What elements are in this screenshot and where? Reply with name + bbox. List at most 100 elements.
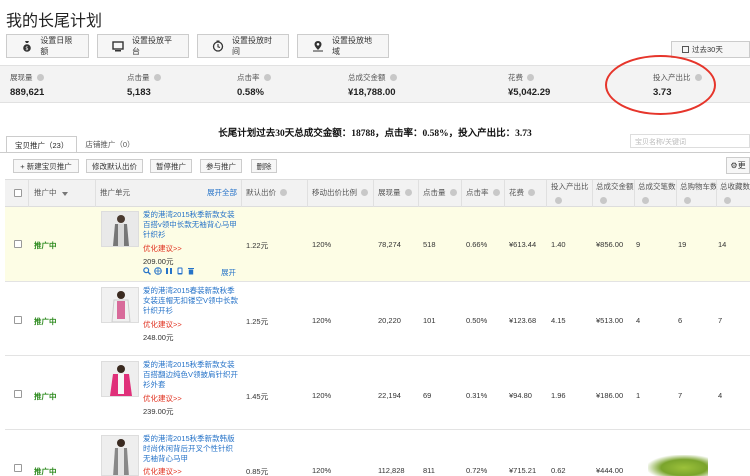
col-default-bid-header[interactable]: 默认出价: [246, 186, 287, 200]
col-cost-header[interactable]: 花费: [509, 186, 535, 200]
row-mobile-bid[interactable]: 120%: [312, 391, 331, 400]
help-icon[interactable]: [527, 74, 534, 81]
help-icon[interactable]: [404, 189, 412, 196]
tab-item-promotion[interactable]: 宝贝推广（23）: [6, 136, 78, 153]
new-promotion-button[interactable]: + 新建宝贝推广: [13, 159, 79, 173]
product-thumbnail[interactable]: [101, 361, 139, 397]
table-row[interactable]: 推广中 爱的港湾2015春装新款秋季女装连帽无扣镂空V领中长款针织开衫 优化建议…: [5, 282, 750, 356]
select-all-checkbox[interactable]: [14, 189, 22, 197]
metric-value: 889,621: [10, 87, 45, 98]
join-promotion-button[interactable]: 参与推广: [200, 159, 242, 173]
help-icon[interactable]: [492, 189, 500, 196]
mobile-icon[interactable]: [176, 267, 184, 275]
expand-row-link[interactable]: 展开: [221, 267, 236, 278]
expand-all-link[interactable]: 展开全部: [207, 186, 237, 200]
col-orders-header[interactable]: 总成交笔数: [638, 180, 676, 208]
row-default-bid[interactable]: 1.22元: [246, 240, 268, 251]
row-mobile-bid[interactable]: 120%: [312, 240, 331, 249]
search-icon[interactable]: [143, 267, 151, 275]
help-icon[interactable]: [389, 74, 397, 81]
col-separator: [676, 180, 677, 207]
set-daily-budget-button[interactable]: $ 设置日限额: [6, 34, 89, 58]
pause-button[interactable]: 暂停推广: [150, 159, 192, 173]
help-icon[interactable]: [361, 189, 368, 196]
help-icon[interactable]: [600, 197, 607, 204]
set-platform-button[interactable]: 设置投放平台: [97, 34, 189, 58]
product-thumbnail[interactable]: [101, 211, 139, 247]
svg-text:$: $: [25, 46, 28, 52]
optimization-advice-link[interactable]: 优化建议>>: [143, 243, 182, 254]
product-thumbnail[interactable]: [101, 287, 139, 323]
help-icon[interactable]: [280, 189, 287, 196]
set-region-button[interactable]: 设置投放地域: [297, 34, 389, 58]
row-default-bid[interactable]: 1.25元: [246, 316, 268, 327]
row-roi: 0.62: [551, 466, 566, 475]
period-selector[interactable]: 过去30天: [671, 41, 750, 58]
settings-button[interactable]: ⚙ 更: [726, 157, 750, 174]
table-row[interactable]: 推广中 爱的港湾2015秋季新款女装百搭v领中长款无袖背心马甲针织衫 优化建议>…: [5, 207, 750, 282]
col-separator: [592, 180, 593, 207]
row-orders: 9: [636, 240, 641, 249]
help-icon[interactable]: [263, 74, 271, 81]
help-icon[interactable]: [684, 197, 691, 204]
col-mobile-bid-header[interactable]: 移动出价比例: [312, 186, 368, 200]
tab-shop-promotion[interactable]: 店铺推广（0）: [77, 136, 142, 153]
col-gmv-header[interactable]: 总成交金额: [596, 180, 636, 208]
table-row[interactable]: 推广中 爱的港湾2015秋季新款韩版时尚休闲背后开叉个性针织无袖背心马甲 优化建…: [5, 430, 750, 476]
row-clicks: 518: [423, 240, 436, 249]
help-icon[interactable]: [153, 74, 161, 81]
help-icon[interactable]: [642, 197, 649, 204]
help-icon[interactable]: [36, 74, 44, 81]
row-checkbox[interactable]: [14, 464, 22, 472]
help-icon[interactable]: [724, 197, 731, 204]
row-default-bid[interactable]: 1.45元: [246, 391, 268, 402]
product-title-link[interactable]: 爱的港湾2015秋季新款女装百搭翻边纯色V领披肩针织开衫外套: [143, 360, 239, 390]
row-checkbox[interactable]: [14, 316, 22, 324]
chevron-down-icon[interactable]: [62, 192, 68, 196]
pause-icon[interactable]: [165, 267, 173, 275]
product-price: 248.00元: [143, 333, 174, 342]
col-gmv-label: 总成交金额: [596, 182, 634, 191]
product-thumbnail[interactable]: [101, 435, 139, 476]
product-title-link[interactable]: 爱的港湾2015秋季新款韩版时尚休闲背后开叉个性针织无袖背心马甲: [143, 434, 239, 464]
edit-default-bid-button[interactable]: 修改默认出价: [86, 159, 143, 173]
trash-icon[interactable]: [187, 267, 195, 275]
metric-value: ¥18,788.00: [348, 87, 396, 98]
col-clicks-header[interactable]: 点击量: [423, 186, 457, 200]
row-mobile-bid[interactable]: 120%: [312, 466, 331, 475]
row-orders: 4: [636, 316, 641, 325]
help-icon[interactable]: [528, 189, 535, 196]
set-schedule-label: 设置投放时间: [232, 36, 272, 56]
search-input[interactable]: 宝贝名称/关键词: [630, 134, 750, 148]
col-impressions-header[interactable]: 展现量: [378, 186, 412, 200]
col-ctr-header[interactable]: 点击率: [466, 186, 500, 200]
help-icon[interactable]: [555, 197, 562, 204]
product-title-link[interactable]: 爱的港湾2015春装新款秋季女装连帽无扣镂空V领中长款针织开衫: [143, 286, 239, 316]
optimization-advice-link[interactable]: 优化建议>>: [143, 319, 182, 330]
optimization-advice-link[interactable]: 优化建议>>: [143, 466, 182, 476]
row-impressions: 20,220: [378, 316, 401, 325]
delete-button[interactable]: 删除: [251, 159, 277, 173]
row-mobile-bid[interactable]: 120%: [312, 316, 331, 325]
col-separator: [546, 180, 547, 207]
col-status-header[interactable]: 推广中: [34, 186, 57, 200]
col-separator: [504, 180, 505, 207]
set-schedule-button[interactable]: 设置投放时间: [197, 34, 289, 58]
col-favs-header[interactable]: 总收藏数: [720, 180, 750, 208]
col-carts-header[interactable]: 总购物车数: [680, 180, 718, 208]
row-ctr: 0.66%: [466, 240, 488, 249]
col-roi-header[interactable]: 投入产出比: [551, 180, 591, 208]
optimization-advice-link[interactable]: 优化建议>>: [143, 393, 182, 404]
row-default-bid[interactable]: 0.85元: [246, 466, 268, 476]
table-row[interactable]: 推广中 爱的港湾2015秋季新款女装百搭翻边纯色V领披肩针织开衫外套 优化建议>…: [5, 356, 750, 430]
row-orders: 1: [636, 391, 641, 400]
help-icon[interactable]: [449, 189, 457, 196]
row-clicks: 69: [423, 391, 432, 400]
row-impressions: 78,274: [378, 240, 401, 249]
globe-icon[interactable]: [154, 267, 162, 275]
row-checkbox[interactable]: [14, 240, 22, 248]
product-title-link[interactable]: 爱的港湾2015秋季新款女装百搭v领中长款无袖背心马甲针织衫: [143, 210, 239, 240]
col-favs-label: 总收藏数: [720, 182, 750, 191]
col-separator: [634, 180, 635, 207]
row-checkbox[interactable]: [14, 390, 22, 398]
